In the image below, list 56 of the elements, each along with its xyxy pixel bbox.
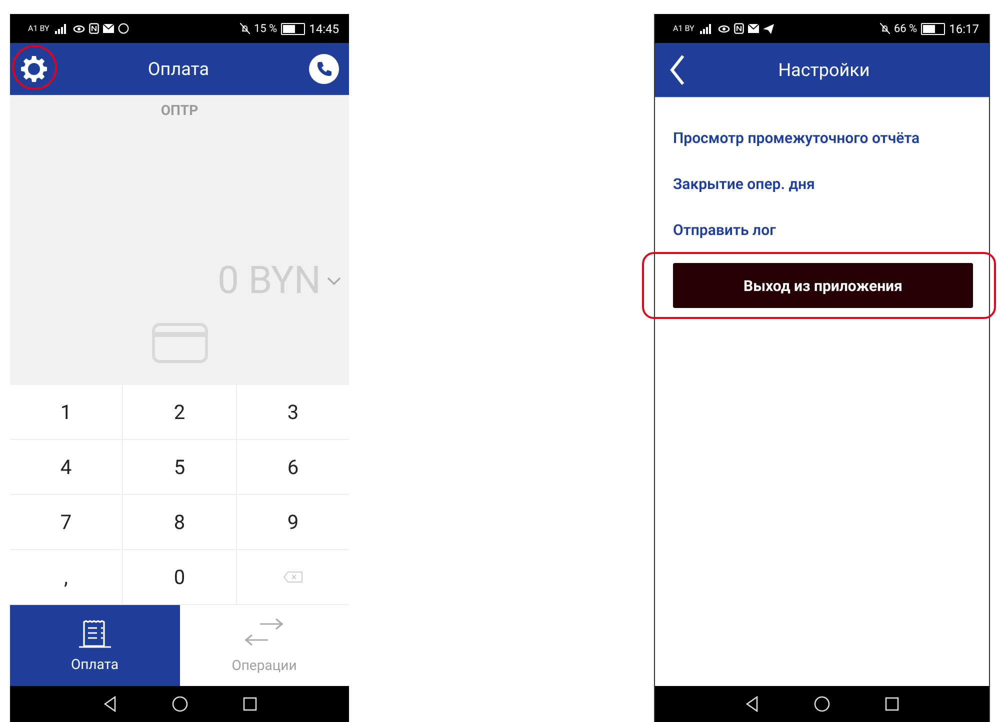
battery-percent: 66 % [894, 22, 918, 35]
exit-button[interactable]: Выход из приложения [673, 263, 973, 308]
back-button[interactable] [669, 55, 685, 85]
eye-icon [73, 24, 86, 34]
bell-off-icon [240, 23, 250, 34]
mail-icon [103, 24, 114, 33]
circle-icon [118, 23, 130, 34]
keypad-key[interactable]: , [10, 550, 123, 605]
keypad-key[interactable]: 4 [10, 440, 123, 495]
battery-icon [281, 22, 306, 34]
call-button[interactable] [308, 54, 339, 84]
merchant-name: ОПТР [160, 103, 198, 119]
menu-item[interactable]: Закрытие опер. дня [673, 161, 971, 207]
keypad-key[interactable]: 7 [10, 495, 123, 550]
keypad-key[interactable]: 8 [123, 495, 237, 550]
chevron-down-icon [327, 276, 341, 286]
circle-icon [172, 696, 188, 712]
square-icon [885, 697, 899, 711]
send-icon [763, 24, 774, 34]
screen-title: Настройки [778, 60, 870, 80]
back-nav-button[interactable] [745, 696, 759, 712]
settings-icon [20, 55, 48, 83]
settings-button[interactable] [20, 55, 48, 83]
recents-nav-button[interactable] [885, 697, 899, 711]
battery-percent: 15 % [254, 22, 278, 35]
menu-item[interactable]: Отправить лог [673, 207, 971, 253]
recents-nav-button[interactable] [242, 697, 256, 711]
bottom-tab[interactable]: Оплата [10, 605, 180, 686]
square-icon [242, 697, 256, 711]
card-icon [152, 323, 208, 363]
keypad-key[interactable]: 2 [123, 385, 237, 440]
clock-time: 16:17 [949, 22, 979, 36]
back-nav-button[interactable] [102, 696, 116, 712]
keypad-key[interactable]: 5 [123, 440, 237, 495]
keypad-key[interactable]: 0 [123, 550, 237, 605]
chevron-left-icon [669, 55, 685, 85]
home-nav-button[interactable] [172, 696, 188, 712]
screen-title: Оплата [148, 58, 210, 80]
carrier-name: A1 BY [28, 24, 50, 33]
triangle-icon [745, 696, 759, 712]
eye-icon [718, 24, 730, 34]
mail-icon [748, 24, 760, 33]
phone-icon [308, 54, 339, 84]
nfc-icon [89, 23, 100, 34]
menu-item[interactable]: Просмотр промежуточного отчёта [673, 115, 971, 161]
keypad-key[interactable]: 1 [10, 385, 123, 440]
triangle-icon [102, 696, 116, 712]
bell-off-icon [880, 23, 890, 34]
clock-time: 14:45 [309, 22, 339, 36]
circle-icon [814, 696, 830, 712]
nfc-icon [734, 23, 744, 34]
battery-icon [921, 22, 946, 34]
receipt-icon [78, 618, 112, 648]
home-nav-button[interactable] [814, 696, 830, 712]
carrier-name: A1 BY [673, 24, 694, 33]
backspace-icon [283, 571, 303, 583]
